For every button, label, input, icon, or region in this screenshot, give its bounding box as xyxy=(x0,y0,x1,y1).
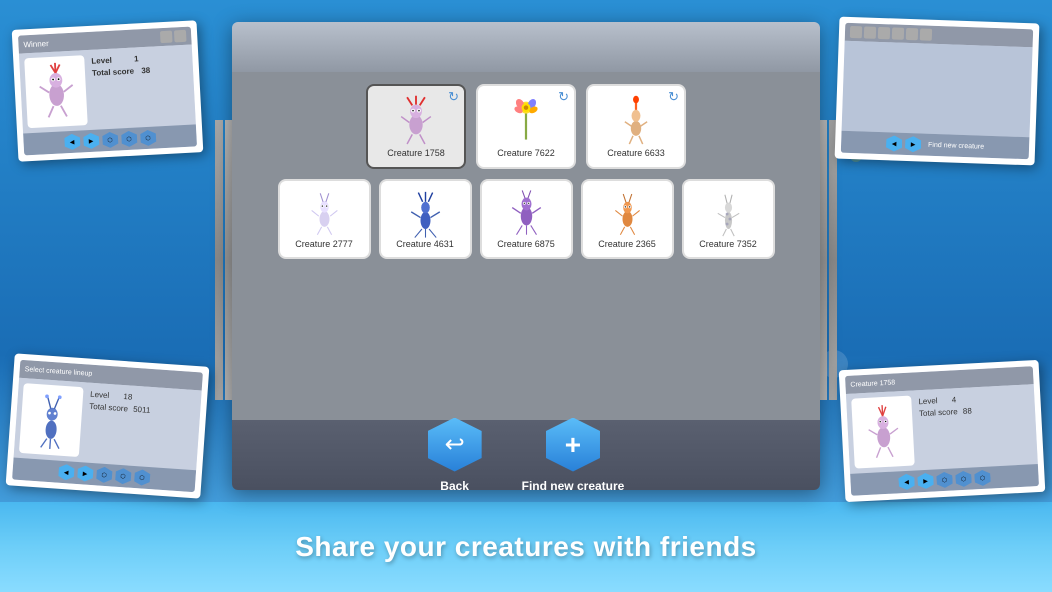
back-label: Back xyxy=(440,479,469,491)
reload-icon-6633: ↻ xyxy=(668,89,679,105)
card-bl-btn1[interactable]: ◀ xyxy=(58,464,75,481)
card-bl-body: Level 18 Total score 5011 xyxy=(14,378,202,471)
creature-row-2: Creature 2777 Creature 4631 xyxy=(247,179,805,259)
card-tr-body xyxy=(842,41,1033,138)
creature-label-2365: Creature 2365 xyxy=(598,239,656,249)
creature-label-2777: Creature 2777 xyxy=(295,239,353,249)
reload-icon-1758: ↻ xyxy=(448,89,459,105)
card-tr-btn1[interactable]: ◀ xyxy=(886,135,903,152)
connector-right2 xyxy=(819,120,827,400)
bottom-bar: Share your creatures with friends xyxy=(0,502,1052,592)
back-icon: ↩ xyxy=(428,418,482,472)
card-br-btn3[interactable]: ⬡ xyxy=(936,472,953,489)
find-new-creature-button[interactable]: + Find new creature xyxy=(522,418,625,491)
card-tl-title: Winner xyxy=(23,39,49,49)
card-tr-label: Find new creature xyxy=(928,141,984,150)
creature-card-6633[interactable]: ↻ Creature 6633 xyxy=(586,84,686,169)
card-bl-title: Select creature lineup xyxy=(25,366,93,378)
card-tr-btn2[interactable]: ▶ xyxy=(905,136,922,153)
creature-card-7352[interactable]: Creature 7352 xyxy=(682,179,775,259)
creature-card-1758[interactable]: ↻ Creature 1758 xyxy=(366,84,466,169)
panel-footer: ↩ Back + Find new creature xyxy=(232,420,820,490)
card-br-btn1[interactable]: ◀ xyxy=(898,474,915,491)
card-br-title: Creature 1758 xyxy=(850,379,895,388)
card-tl-btn4[interactable]: ⬡ xyxy=(121,131,138,148)
connector-right xyxy=(829,120,837,400)
panel-header xyxy=(232,22,820,72)
card-bl-creature-slot xyxy=(19,383,84,457)
card-bl-btn2[interactable]: ▶ xyxy=(77,465,94,482)
creature-label-6875: Creature 6875 xyxy=(497,239,555,249)
center-panel: ↻ Creature 1758 xyxy=(232,22,820,490)
creature-card-6875[interactable]: Creature 6875 xyxy=(480,179,573,259)
creature-card-2777[interactable]: Creature 2777 xyxy=(278,179,371,259)
creature-label-4631: Creature 4631 xyxy=(396,239,454,249)
card-bl-btn5[interactable]: ⬡ xyxy=(133,469,150,486)
back-button[interactable]: ↩ Back xyxy=(428,418,482,491)
card-top-right: ◀ ▶ Find new creature xyxy=(835,17,1040,166)
creature-card-7622[interactable]: ↻ Creature 7622 xyxy=(476,84,576,169)
creature-label-7622: Creature 7622 xyxy=(497,148,555,158)
creature-row-1: ↻ Creature 1758 xyxy=(247,84,805,169)
card-tl-info: Level 1 Total score 38 xyxy=(89,50,191,125)
card-br-info: Level 4 Total score 88 xyxy=(916,389,1033,465)
creature-label-1758: Creature 1758 xyxy=(387,148,445,158)
card-br-score: Total score 88 xyxy=(919,403,1028,418)
card-br-creature-slot xyxy=(851,396,915,469)
reload-icon-7622: ↻ xyxy=(558,89,569,105)
panel-body: ↻ Creature 1758 xyxy=(232,72,820,420)
card-tl-btn3[interactable]: ⬡ xyxy=(102,132,119,149)
card-tl-creature-slot xyxy=(24,55,88,128)
card-tl-score-label: Total score 38 xyxy=(92,64,186,78)
creature-label-6633: Creature 6633 xyxy=(607,148,665,158)
card-br-btn2[interactable]: ▶ xyxy=(917,473,934,490)
plus-icon: + xyxy=(546,418,600,472)
card-tl-btn5[interactable]: ⬡ xyxy=(140,130,157,147)
creature-card-2365[interactable]: Creature 2365 xyxy=(581,179,674,259)
card-tl-body: Level 1 Total score 38 xyxy=(19,45,196,134)
creature-card-4631[interactable]: Creature 4631 xyxy=(379,179,472,259)
card-br-btn4[interactable]: ⬡ xyxy=(955,471,972,488)
card-bottom-right: Creature 1758 xyxy=(839,360,1046,502)
find-new-label: Find new creature xyxy=(522,479,625,491)
card-br-body: Level 4 Total score 88 xyxy=(846,384,1038,474)
card-br-btn5[interactable]: ⬡ xyxy=(974,470,991,487)
creature-label-7352: Creature 7352 xyxy=(699,239,757,249)
card-tl-btn1[interactable]: ◀ xyxy=(64,134,81,151)
card-bl-btn4[interactable]: ⬡ xyxy=(114,468,131,485)
bottom-text: Share your creatures with friends xyxy=(295,531,757,563)
card-bottom-left: Select creature lineup xyxy=(6,353,210,498)
card-top-left: Winner xyxy=(12,20,204,162)
connector-left xyxy=(215,120,223,400)
card-bl-info: Level 18 Total score 5011 xyxy=(84,388,197,465)
card-tl-btn2[interactable]: ▶ xyxy=(83,133,100,150)
card-bl-btn3[interactable]: ⬡ xyxy=(96,466,113,483)
